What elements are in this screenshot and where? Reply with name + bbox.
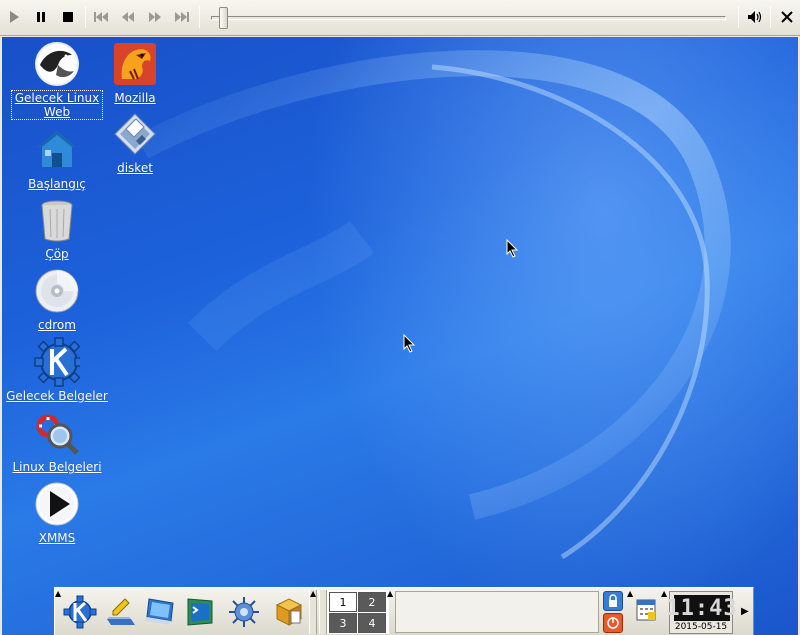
kde-gear-icon — [34, 337, 80, 387]
icon-label: Gelecek Belgeler — [6, 389, 108, 403]
skip-end-icon[interactable] — [169, 4, 195, 30]
skip-start-icon[interactable] — [88, 4, 114, 30]
office-icon[interactable] — [269, 592, 307, 632]
seek-track[interactable] — [211, 16, 726, 20]
pause-icon[interactable] — [28, 4, 54, 30]
editor-icon[interactable] — [101, 592, 139, 632]
clock-date: 2015-05-15 — [674, 622, 728, 632]
network-icon[interactable] — [225, 592, 263, 632]
desktop-icon-xmms[interactable]: XMMS — [2, 481, 112, 545]
desktop-icon-gelecek-belgeler[interactable]: Gelecek Belgeler — [2, 337, 112, 403]
terminal-icon[interactable] — [181, 592, 219, 632]
pager-desktop-3[interactable]: 3 — [329, 613, 357, 633]
taskbar[interactable] — [395, 591, 599, 633]
desktop-icon-linux-belgeleri[interactable]: Linux Belgeleri — [2, 410, 112, 474]
rewind-icon[interactable] — [115, 4, 141, 30]
monitor-icon[interactable] — [141, 592, 179, 632]
desktop-icon-mozilla[interactable]: Mozilla — [80, 41, 190, 105]
panel-expand-arrow-icon[interactable]: ▶ — [741, 606, 749, 617]
xmms-play-icon — [34, 481, 80, 527]
panel-handle[interactable]: ▲ — [309, 590, 317, 634]
stop-icon[interactable] — [55, 4, 81, 30]
clock-time: 11:43 — [666, 595, 738, 621]
kde-menu-icon[interactable] — [61, 592, 99, 632]
lock-screen-icon[interactable] — [603, 591, 623, 611]
play-icon[interactable] — [1, 4, 27, 30]
icon-label: Mozilla — [114, 91, 156, 105]
help-lifebuoy-icon — [34, 410, 80, 456]
eagle-icon — [34, 41, 80, 87]
icon-label: Başlangıç — [28, 177, 86, 191]
pager-desktop-2[interactable]: 2 — [358, 592, 386, 612]
calendar-tray-icon[interactable] — [635, 596, 657, 626]
icon-label: cdrom — [38, 318, 76, 332]
close-icon[interactable] — [774, 4, 800, 30]
icon-label: Çöp — [45, 247, 69, 261]
media-toolbar — [0, 0, 800, 36]
mouse-cursor-icon — [506, 239, 519, 258]
trash-icon — [34, 197, 80, 243]
seek-slider-handle[interactable] — [219, 7, 228, 29]
desktop-icon-disket[interactable]: disket — [80, 111, 190, 175]
clock[interactable]: 11:43 2015-05-15 — [666, 591, 738, 634]
pager-desktop-1[interactable]: 1 — [329, 592, 357, 612]
panel-handle[interactable]: ▲ — [627, 590, 635, 634]
icon-label: Linux Belgeleri — [12, 460, 102, 474]
desktop-icon-cop[interactable]: Çöp — [2, 197, 112, 261]
floppy-icon — [112, 111, 158, 157]
mouse-cursor-icon — [403, 334, 416, 353]
logout-icon[interactable] — [603, 613, 623, 633]
pager: 1 2 3 4 — [327, 590, 389, 634]
speaker-icon[interactable] — [742, 4, 768, 30]
cdrom-icon — [34, 268, 80, 314]
kicker-panel: ▲ ▲ 1 2 3 4 ▲ ▲ ▲ 11:43 2015-05-15 ▶ — [54, 587, 754, 635]
home-icon — [34, 127, 80, 173]
fast-forward-icon[interactable] — [142, 4, 168, 30]
panel-handle[interactable]: ▲ — [387, 590, 395, 634]
icon-label: XMMS — [38, 531, 76, 545]
pager-desktop-4[interactable]: 4 — [358, 613, 386, 633]
panel-handle[interactable] — [319, 590, 327, 634]
icon-label: disket — [117, 161, 153, 175]
mozilla-icon — [112, 41, 158, 87]
desktop-icon-cdrom[interactable]: cdrom — [2, 268, 112, 332]
desktop[interactable]: Gelecek Linux Web Başlangıç Çöp cdrom Ge… — [2, 37, 798, 635]
